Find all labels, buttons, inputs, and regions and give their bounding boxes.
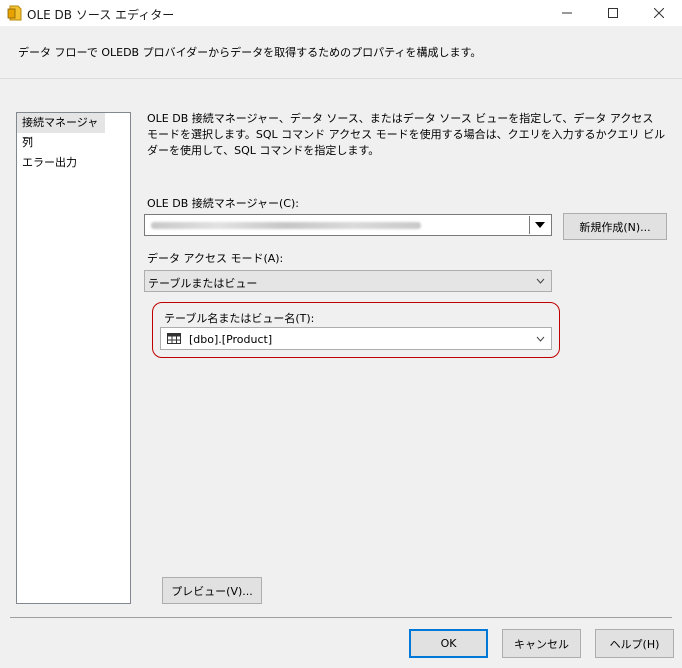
table-name-select[interactable]: [dbo].[Product]	[160, 327, 552, 350]
title-bar: OLE DB ソース エディター	[0, 0, 682, 26]
ssis-component-icon	[7, 5, 22, 21]
connection-dropdown-button[interactable]	[529, 216, 550, 234]
table-grid-icon	[167, 333, 181, 344]
window-title: OLE DB ソース エディター	[27, 8, 175, 22]
nav-item-error-output[interactable]: エラー出力	[17, 153, 130, 173]
connection-manager-label: OLE DB 接続マネージャー(C):	[147, 197, 299, 210]
close-icon	[654, 8, 664, 18]
footer-divider	[10, 617, 672, 618]
nav-item-columns[interactable]: 列	[17, 133, 130, 153]
access-mode-value: テーブルまたはビュー	[148, 277, 258, 290]
connection-manager-combo[interactable]	[144, 214, 552, 236]
close-button[interactable]	[636, 0, 682, 26]
access-mode-label: データ アクセス モード(A):	[147, 252, 284, 265]
maximize-button[interactable]	[590, 0, 636, 26]
minimize-icon	[562, 12, 572, 14]
nav-item-connection-manager[interactable]: 接続マネージャー	[17, 113, 105, 145]
triangle-down-icon	[535, 222, 545, 228]
header-divider	[0, 78, 682, 79]
help-button[interactable]: ヘルプ(H)	[595, 629, 674, 658]
chevron-down-icon	[536, 274, 545, 291]
page-nav-list[interactable]: 接続マネージャー 列 エラー出力	[16, 112, 131, 604]
main-description: OLE DB 接続マネージャー、データ ソース、またはデータ ソース ビューを指…	[147, 112, 666, 157]
header-description: データ フローで OLEDB プロバイダーからデータを取得するためのプロパティを…	[18, 46, 482, 59]
preview-button[interactable]: プレビュー(V)...	[162, 577, 262, 604]
maximize-icon	[608, 8, 618, 18]
chevron-down-icon	[536, 332, 545, 349]
new-connection-button[interactable]: 新規作成(N)...	[563, 213, 667, 240]
table-name-value: [dbo].[Product]	[189, 333, 273, 346]
cancel-button[interactable]: キャンセル	[502, 629, 581, 658]
minimize-button[interactable]	[544, 0, 590, 26]
table-name-label: テーブル名またはビュー名(T):	[164, 312, 315, 325]
connection-manager-value-redacted	[151, 222, 421, 229]
ok-button[interactable]: OK	[409, 629, 488, 658]
access-mode-select[interactable]: テーブルまたはビュー	[144, 270, 552, 292]
